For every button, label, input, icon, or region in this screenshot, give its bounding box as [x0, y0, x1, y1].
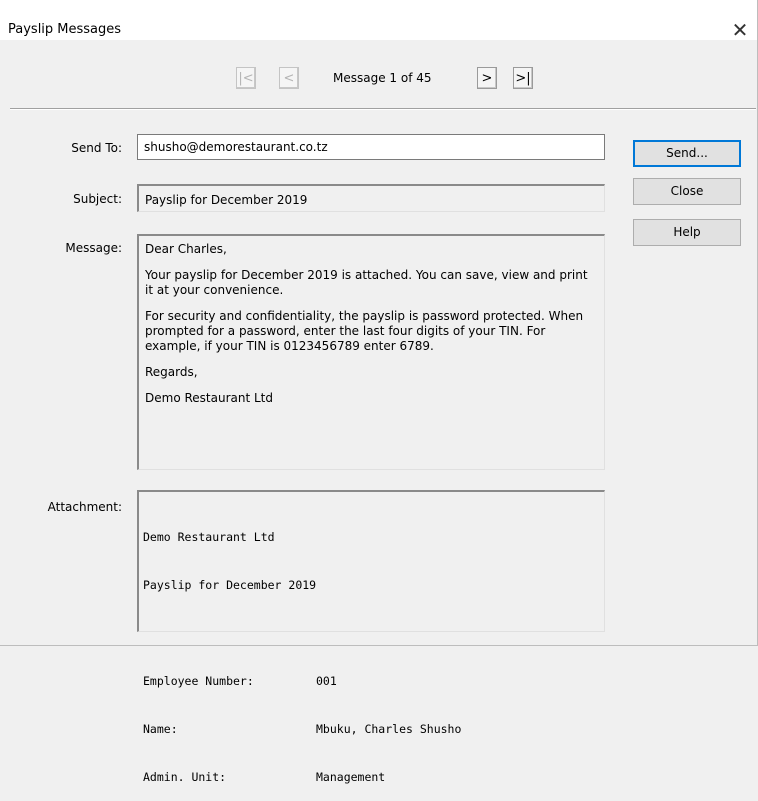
- attachment-value: Mbuku, Charles Shusho: [316, 722, 462, 736]
- attachment-heading: Payslip for December 2019: [143, 578, 317, 592]
- attachment-label: Attachment:: [47, 500, 122, 514]
- separator: [10, 108, 756, 110]
- message-paragraph: Regards,: [145, 365, 198, 379]
- close-button[interactable]: Close: [633, 178, 741, 205]
- message-label: Message:: [65, 241, 122, 255]
- attachment-company: Demo Restaurant Ltd: [143, 530, 275, 544]
- send-button[interactable]: Send...: [633, 140, 741, 167]
- message-paragraph: Your payslip for December 2019 is attach…: [145, 268, 588, 297]
- attachment-key: Admin. Unit:: [143, 770, 227, 784]
- attachment-value: 001: [316, 674, 337, 688]
- help-button[interactable]: Help: [633, 219, 741, 246]
- attachment-preview[interactable]: Demo Restaurant Ltd Payslip for December…: [137, 490, 605, 784]
- attachment-key: Employee Number:: [143, 674, 254, 688]
- message-body[interactable]: Dear Charles, Your payslip for December …: [137, 234, 605, 470]
- message-paragraph: Demo Restaurant Ltd: [145, 391, 273, 405]
- attachment-row: Admin. Unit: Management: [143, 769, 600, 785]
- attachment-row: Employee Number: 001: [143, 673, 600, 689]
- previous-message-button[interactable]: <: [279, 67, 299, 89]
- first-message-button[interactable]: |<: [236, 67, 256, 89]
- close-icon[interactable]: ✕: [728, 18, 752, 42]
- subject-field: Payslip for December 2019: [137, 184, 605, 212]
- window-title: Payslip Messages: [8, 22, 122, 37]
- send-to-input[interactable]: shusho@demorestaurant.co.tz: [137, 134, 605, 160]
- message-paragraph: For security and confidentiality, the pa…: [145, 309, 584, 353]
- send-to-label: Send To:: [71, 141, 122, 155]
- attachment-value: Management: [316, 770, 386, 784]
- message-counter: Message 1 of 45: [333, 71, 432, 85]
- title-bar: Payslip Messages ✕: [0, 0, 758, 42]
- attachment-row: Name: Mbuku, Charles Shusho: [143, 721, 600, 737]
- last-message-button[interactable]: >|: [513, 67, 533, 89]
- subject-label: Subject:: [73, 192, 122, 206]
- attachment-key: Name:: [143, 722, 178, 736]
- message-paragraph: Dear Charles,: [145, 242, 227, 256]
- next-message-button[interactable]: >: [477, 67, 497, 89]
